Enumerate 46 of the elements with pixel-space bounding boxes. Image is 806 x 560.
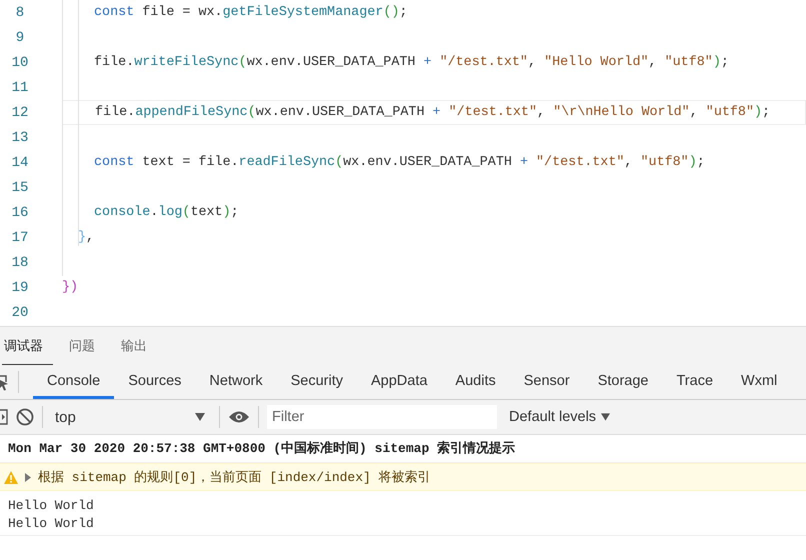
devtools-tab[interactable]: Wxml: [727, 365, 792, 399]
panel-tab[interactable]: 调试器: [2, 327, 53, 365]
console-message: Hello World: [7, 515, 95, 533]
line-number: 12: [10, 104, 30, 120]
panel-tab[interactable]: 问题: [67, 327, 105, 365]
code-line: },: [77, 229, 96, 247]
filter-field[interactable]: Filter: [267, 405, 497, 429]
levels-dropdown[interactable]: Default levels: [505, 409, 614, 425]
console-message: Hello World: [7, 497, 95, 515]
warning-icon: [4, 470, 18, 484]
code-line: const file = wx.getFileSystemManager();: [93, 4, 408, 22]
panel-tab[interactable]: 输出: [119, 327, 157, 365]
line-number: 14: [10, 154, 30, 170]
line-number: 10: [10, 54, 30, 70]
code-line: console.log(text);: [93, 204, 240, 222]
devtools-tab[interactable]: Network: [195, 365, 277, 399]
line-number: 8: [14, 4, 26, 20]
line-number: 13: [10, 130, 30, 146]
devtools-tab[interactable]: Storage: [584, 365, 662, 399]
devtools-tab[interactable]: Security: [276, 365, 357, 399]
code-line: file.writeFileSync(wx.env.USER_DATA_PATH + "/test.txt", "Hello World", "utf8");: [93, 54, 730, 72]
line-number: 11: [10, 80, 30, 96]
line-number: 19: [10, 280, 30, 296]
inspect-icon[interactable]: [0, 373, 10, 391]
line-number: 20: [10, 304, 30, 320]
line-number: 17: [10, 230, 30, 246]
expand-triangle-icon[interactable]: [24, 472, 32, 482]
devtools-tab[interactable]: Console: [33, 365, 114, 399]
dropdown-arrow-icon: [601, 413, 610, 421]
devtools-tab[interactable]: Trace: [662, 365, 728, 399]
devtools-tab[interactable]: AppData: [356, 365, 442, 399]
code-line: const text = file.readFileSync(wx.env.USER_DATA_PATH + "/test.txt", "utf8");: [93, 154, 706, 172]
eye-icon[interactable]: [228, 410, 250, 424]
line-number: 18: [10, 254, 30, 270]
dropdown-arrow-icon: [195, 413, 205, 421]
console-message: 根据 sitemap 的规则[0]，当前页面 [index/index] 将被索引: [38, 469, 431, 486]
devtools-tab[interactable]: Sources: [114, 365, 196, 399]
sidebar-toggle-icon[interactable]: [0, 409, 8, 425]
devtools-tab[interactable]: Audits: [441, 365, 510, 399]
line-number: 16: [10, 204, 30, 220]
code-line: }): [61, 279, 80, 297]
devtools-tab[interactable]: Sensor: [510, 365, 584, 399]
context-dropdown[interactable]: top: [51, 408, 211, 426]
clear-icon[interactable]: [16, 408, 34, 426]
line-number: 9: [14, 30, 26, 46]
line-number: 15: [10, 180, 30, 196]
